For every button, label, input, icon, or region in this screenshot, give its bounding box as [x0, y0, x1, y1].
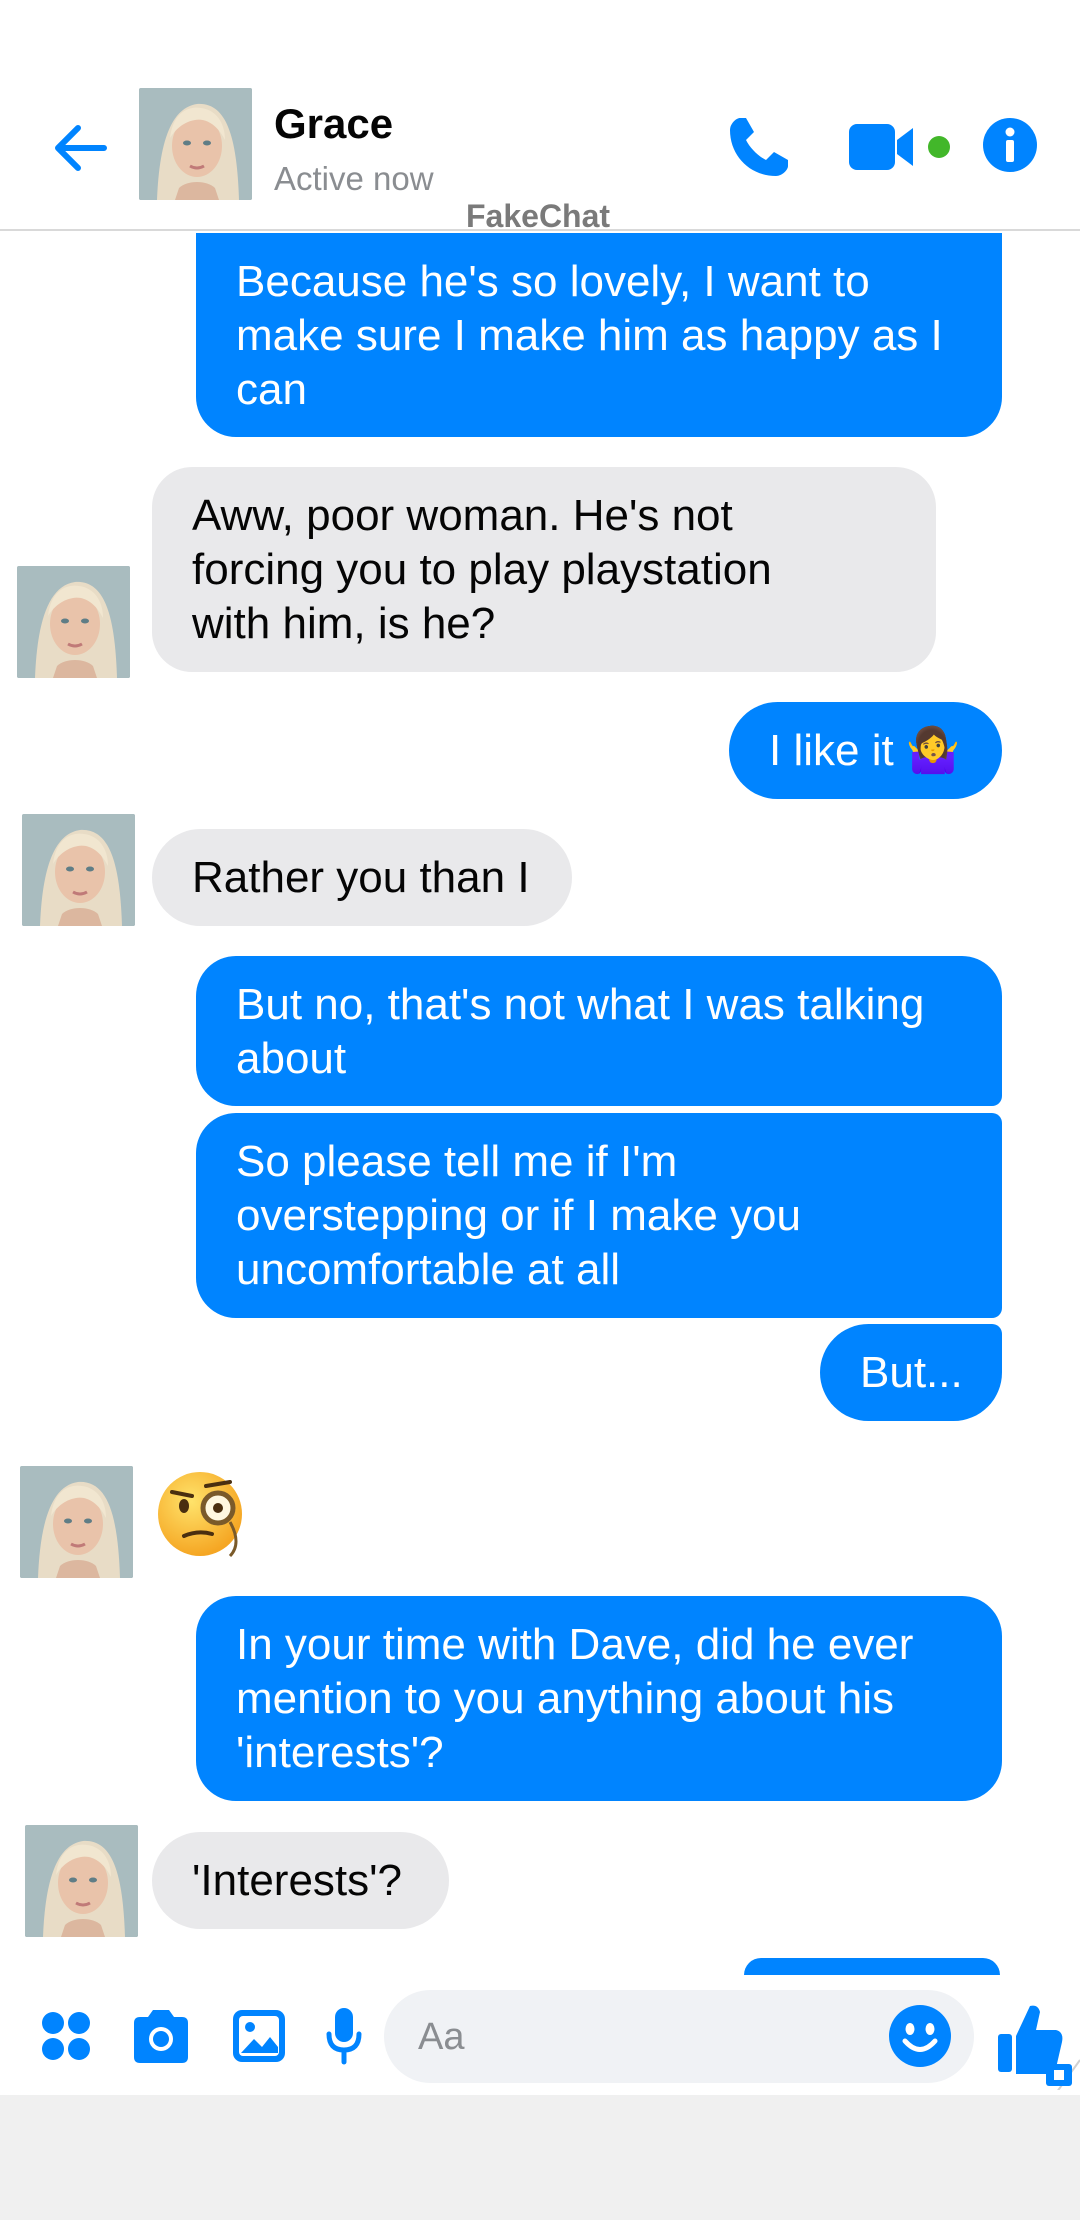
message-line: Because he's so lovely, I want to — [236, 257, 870, 306]
arrow-left-icon — [55, 125, 107, 171]
avatar-image — [20, 1466, 133, 1578]
online-indicator — [928, 136, 950, 158]
contact-name[interactable]: Grace — [274, 100, 393, 148]
camera-button[interactable] — [130, 2007, 192, 2065]
gallery-button[interactable] — [232, 2009, 286, 2063]
message-line: mention to you anything about his — [236, 1674, 895, 1723]
message-bubble-sent[interactable]: In your time with Dave, did he ever ment… — [196, 1596, 1002, 1801]
message-line: But... — [860, 1348, 963, 1397]
message-line: Rather you than I — [192, 853, 530, 902]
voice-message-button[interactable] — [326, 2006, 362, 2066]
info-icon — [983, 118, 1037, 172]
emoji-button[interactable] — [888, 2004, 952, 2068]
message-line: 'interests'? — [236, 1728, 444, 1777]
active-status: Active now — [274, 160, 434, 197]
message-bubble-sent[interactable]: Because he's so lovely, I want to make s… — [196, 233, 1002, 437]
voice-call-button[interactable] — [722, 112, 794, 184]
message-line: 'Interests'? — [192, 1856, 403, 1905]
avatar-image — [139, 88, 252, 200]
back-button[interactable] — [44, 112, 116, 184]
message-line: But no, that's not what I was talking — [236, 980, 925, 1029]
sender-avatar[interactable] — [17, 566, 130, 678]
bottom-spacer — [0, 2095, 1080, 2220]
message-line: about — [236, 1034, 347, 1083]
image-icon — [233, 2010, 285, 2062]
avatar-image — [17, 566, 130, 678]
sender-avatar[interactable] — [25, 1825, 138, 1937]
message-line: I like it 🤷‍♀️ — [769, 726, 961, 775]
avatar-image — [22, 814, 135, 926]
conversation-info-button[interactable] — [982, 117, 1038, 173]
sender-avatar[interactable] — [22, 814, 135, 926]
message-line: uncomfortable at all — [236, 1245, 620, 1294]
video-camera-icon — [849, 124, 913, 170]
sender-avatar[interactable] — [20, 1466, 133, 1578]
message-line: overstepping or if I make you — [236, 1191, 801, 1240]
message-bubble-sent[interactable]: So please tell me if I'm overstepping or… — [196, 1113, 1002, 1318]
message-line: Aww, poor woman. He's not — [192, 491, 733, 540]
camera-icon — [134, 2010, 188, 2063]
message-input[interactable] — [416, 2008, 900, 2066]
thumbs-up-icon — [998, 2005, 1080, 2097]
video-call-button[interactable] — [847, 118, 919, 176]
message-line: make sure I make him as happy as I — [236, 311, 943, 360]
smiley-icon — [889, 2005, 951, 2067]
contact-avatar[interactable] — [139, 88, 252, 200]
microphone-icon — [326, 2008, 362, 2065]
face-with-monocle-icon — [158, 1472, 242, 1558]
apps-button[interactable] — [40, 2010, 92, 2062]
watermark-label: FakeChat — [466, 198, 611, 234]
message-line: So please tell me if I'm — [236, 1137, 678, 1186]
message-bubble-sent[interactable]: I like it 🤷‍♀️ — [729, 702, 1002, 799]
message-bubble-received[interactable]: Rather you than I — [152, 829, 572, 926]
face-with-monocle-emoji[interactable] — [156, 1466, 252, 1562]
avatar-image — [25, 1825, 138, 1937]
message-line: In your time with Dave, did he ever — [236, 1620, 914, 1669]
message-bubble-received[interactable]: 'Interests'? — [152, 1832, 449, 1929]
message-bubble-received[interactable]: Aww, poor woman. He's not forcing you to… — [152, 467, 936, 672]
apps-grid-icon — [42, 2012, 90, 2060]
message-line: can — [236, 365, 307, 414]
message-line: with him, is he? — [192, 599, 496, 648]
message-bubble-sent[interactable]: But no, that's not what I was talking ab… — [196, 956, 1002, 1106]
message-line: forcing you to play playstation — [192, 545, 772, 594]
message-composer[interactable] — [384, 1990, 974, 2083]
message-bubble-sent-partial — [744, 1958, 1000, 1975]
message-bubble-sent[interactable]: But... — [820, 1324, 1002, 1421]
phone-icon — [730, 118, 788, 176]
like-button[interactable] — [994, 2000, 1080, 2097]
